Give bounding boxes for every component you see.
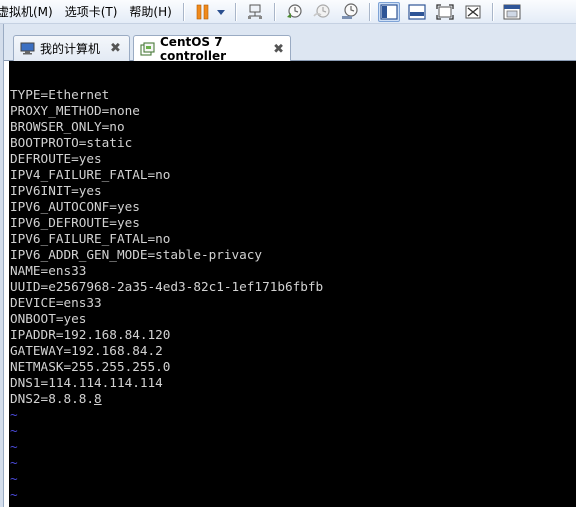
terminal-line: NAME=ens33 (10, 263, 87, 278)
toolbar-separator (234, 2, 236, 21)
dropdown-icon (216, 9, 225, 15)
snapshot-icon (286, 3, 302, 18)
terminal-line: IPADDR=192.168.84.120 (10, 327, 171, 342)
vm-icon (140, 42, 155, 56)
toolbar-separator (368, 2, 370, 21)
terminal-current-line: DNS2=8.8.8.8 (10, 391, 576, 407)
tab-close-button[interactable]: ✖ (273, 42, 284, 57)
tab-centos-controller[interactable]: CentOS 7 controller ✖ (133, 35, 291, 63)
thumbnail-icon (503, 4, 521, 19)
console-view-icon (380, 3, 398, 20)
terminal-line: IPV6_ADDR_GEN_MODE=stable-privacy (10, 247, 263, 262)
vim-empty-lines: ~ ~ ~ ~ ~ ~ (10, 407, 576, 503)
revert-snapshot-icon (313, 3, 330, 18)
tab-label: 我的计算机 (40, 42, 101, 56)
terminal-line: PROXY_METHOD=none (10, 103, 140, 118)
terminal-line-text: DNS2=8.8.8. (10, 391, 95, 406)
vim-tilde-line: ~ (10, 407, 18, 422)
terminal-line: IPV4_FAILURE_FATAL=no (10, 167, 171, 182)
power-dropdown-button[interactable] (215, 2, 227, 22)
terminal-line: DNS1=114.114.114.114 (10, 375, 163, 390)
computer-icon (20, 42, 35, 55)
fullscreen-bar-icon (408, 3, 426, 20)
terminal-line: BOOTPROTO=static (10, 135, 133, 150)
unity-icon (465, 5, 481, 18)
terminal-line: ONBOOT=yes (10, 311, 87, 326)
snapshot-button[interactable] (283, 2, 305, 22)
network-icon (247, 4, 262, 19)
terminal-line: DEFROUTE=yes (10, 151, 102, 166)
tab-strip: 我的计算机 ✖ CentOS 7 controller ✖ (0, 24, 576, 63)
text-cursor: 8 (94, 391, 102, 406)
thumbnail-button[interactable] (501, 2, 523, 22)
network-button[interactable] (244, 2, 266, 22)
terminal-line: DEVICE=ens33 (10, 295, 102, 310)
snapshot-manager-icon (341, 2, 358, 19)
terminal-line: IPV6INIT=yes (10, 183, 102, 198)
pause-icon (196, 4, 209, 19)
menu-tabs[interactable]: 选项卡(T) (59, 2, 124, 22)
vim-tilde-line: ~ (10, 487, 18, 502)
terminal-line: IPV6_AUTOCONF=yes (10, 199, 140, 214)
terminal-line: IPV6_DEFROUTE=yes (10, 215, 140, 230)
vm-console-terminal[interactable]: TYPE=Ethernet PROXY_METHOD=none BROWSER_ON… (9, 61, 576, 507)
fullscreen-button[interactable] (434, 2, 456, 22)
console-view-button[interactable] (377, 1, 400, 22)
fullscreen-icon (436, 3, 454, 20)
tab-close-button[interactable]: ✖ (110, 41, 121, 56)
terminal-line: NETMASK=255.255.255.0 (10, 359, 171, 374)
terminal-line: IPV6_FAILURE_FATAL=no (10, 231, 171, 246)
toolbar-separator (273, 2, 275, 21)
toolbar-separator (491, 2, 493, 21)
vim-tilde-line: ~ (10, 439, 18, 454)
menu-help[interactable]: 帮助(H) (123, 2, 177, 22)
terminal-line: GATEWAY=192.168.84.2 (10, 343, 163, 358)
vim-tilde-line: ~ (10, 455, 18, 470)
left-panel-edge (0, 24, 4, 507)
terminal-text: TYPE=Ethernet PROXY_METHOD=none BROWSER_ON… (10, 87, 576, 391)
menu-vm[interactable]: 虚拟机(M) (0, 2, 59, 22)
terminal-line: BROWSER_ONLY=no (10, 119, 125, 134)
tab-my-computer[interactable]: 我的计算机 ✖ (13, 35, 130, 61)
terminal-line: TYPE=Ethernet (10, 87, 110, 102)
terminal-line: UUID=e2567968-2a35-4ed3-82c1-1ef171b6fbf… (10, 279, 324, 294)
tab-label: CentOS 7 controller (160, 35, 227, 63)
unity-button[interactable] (462, 2, 484, 22)
revert-snapshot-button[interactable] (311, 2, 333, 22)
vmware-toolbar: 虚拟机(M) 选项卡(T) 帮助(H) (0, 0, 576, 24)
vim-tilde-line: ~ (10, 471, 18, 486)
toolbar-separator (182, 2, 184, 21)
pause-button[interactable] (192, 2, 214, 22)
vim-tilde-line: ~ (10, 423, 18, 438)
fullscreen-bar-button[interactable] (406, 2, 428, 22)
snapshot-manager-button[interactable] (339, 2, 361, 22)
